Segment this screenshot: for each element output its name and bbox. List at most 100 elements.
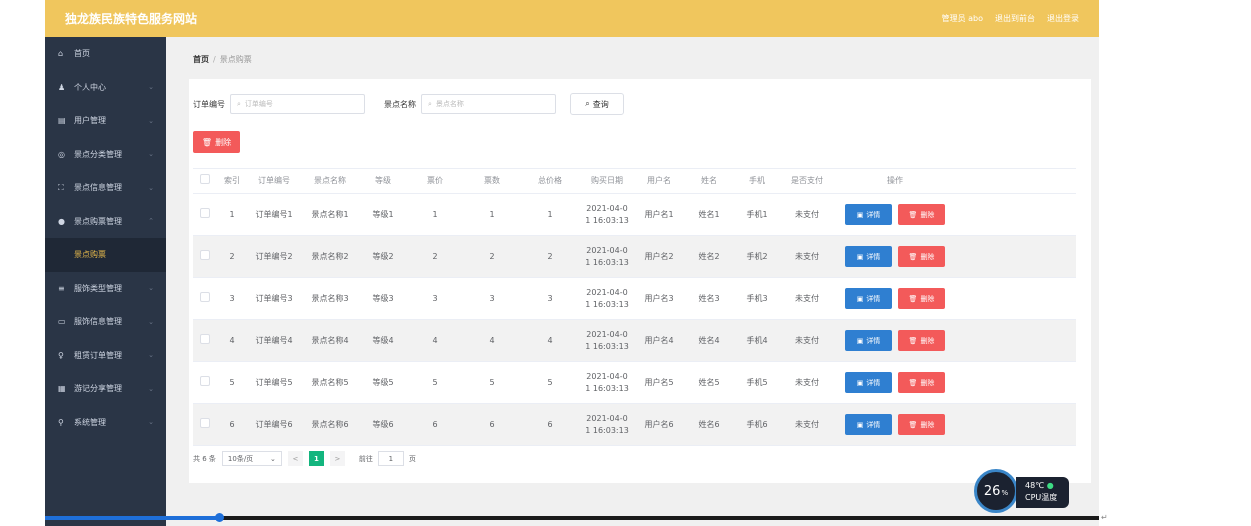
row-actions: ▣ 详情 🗑 删除: [835, 288, 955, 309]
detail-button[interactable]: ▣ 详情: [845, 204, 892, 225]
detail-button[interactable]: ▣ 详情: [845, 330, 892, 351]
table-row: 3 订单编号3 景点名称3 等级3 3 3 3 2021-04-0 1 16:03:13 用户名3…: [193, 278, 1076, 320]
cell-total: 3: [547, 293, 553, 303]
purchase-time-line: 1 16:03:13: [585, 425, 629, 435]
page-size-select[interactable]: 10条/页 ⌄: [221, 451, 282, 466]
breadcrumb-home[interactable]: 首页: [193, 55, 209, 64]
video-progress-handle[interactable]: [214, 513, 224, 522]
detail-button[interactable]: ▣ 详情: [845, 246, 892, 267]
table-row: 1 订单编号1 景点名称1 等级1 1 1 1 2021-04-0 1 16:03:13 用户名1…: [193, 194, 1076, 236]
delete-button[interactable]: 🗑 删除: [898, 330, 945, 351]
admin-app: 独龙族民族特色服务网站 管理员 abo 退出到前台 退出登录 ⌂ 首页 ♟ 个人中心 ⌄…: [45, 0, 1099, 526]
cell-level: 等级3: [372, 293, 394, 303]
detail-button[interactable]: ▣ 详情: [845, 288, 892, 309]
column-header: 购买日期: [591, 176, 623, 185]
menu-icon: ●: [58, 216, 65, 226]
cell-date: 2021-04-0 1 16:03:13: [579, 245, 635, 269]
purchase-time-line: 1 16:03:13: [585, 299, 629, 309]
row-checkbox[interactable]: [200, 375, 210, 386]
cell-idx: 1: [229, 209, 235, 219]
menu-icon: ⛶: [58, 182, 64, 192]
cell-order: 订单编号6: [255, 419, 293, 429]
sidebar-item-1[interactable]: ♟ 个人中心 ⌄: [45, 71, 166, 105]
cell-paid: 未支付: [795, 251, 819, 261]
sidebar-item-7[interactable]: ≡ 服饰类型管理 ⌄: [45, 272, 166, 306]
sidebar-item-3[interactable]: ◎ 景点分类管理 ⌄: [45, 138, 166, 172]
column-header: 景点名称: [314, 176, 346, 185]
cell-level: 等级4: [372, 335, 394, 345]
cell-total: 2: [547, 251, 553, 261]
cpu-usage-value: 26: [983, 483, 1001, 499]
sidebar-item-10[interactable]: ▦ 游记分享管理 ⌄: [45, 372, 166, 406]
cell-price: 3: [432, 293, 438, 303]
detail-label: 详情: [866, 252, 881, 261]
column-header: 票数: [484, 176, 500, 185]
sidebar-item-5[interactable]: ● 景点购票管理 ⌃: [45, 205, 166, 239]
query-button[interactable]: ⌕ 查询: [570, 93, 624, 115]
cell-name: 姓名2: [698, 251, 720, 261]
video-progress-bar[interactable]: [45, 513, 1099, 522]
exit-to-frontend-link[interactable]: 退出到前台: [995, 13, 1035, 24]
admin-user-link[interactable]: 管理员 abo: [942, 13, 983, 24]
sidebar-item-label: 景点分类管理: [74, 149, 122, 159]
cell-name: 姓名3: [698, 293, 720, 303]
next-page-button[interactable]: >: [329, 451, 345, 466]
row-checkbox-cell: [193, 417, 217, 432]
site-title: 独龙族民族特色服务网站: [65, 12, 198, 26]
prev-page-button[interactable]: <: [287, 451, 303, 466]
cell-name: 姓名1: [698, 209, 720, 219]
sidebar-item-8[interactable]: ▭ 服饰信息管理 ⌄: [45, 305, 166, 339]
menu-icon: ♟: [58, 82, 66, 92]
delete-button[interactable]: 🗑 删除: [898, 372, 945, 393]
sidebar-item-4[interactable]: ⛶ 景点信息管理 ⌄: [45, 171, 166, 205]
detail-label: 详情: [866, 378, 881, 387]
cell-date: 2021-04-0 1 16:03:13: [579, 413, 635, 437]
delete-button[interactable]: 🗑 删除: [898, 204, 945, 225]
cpu-monitor-widget: 26% 48℃ ● CPU温度: [974, 469, 1069, 514]
sidebar-item-11[interactable]: ⚲ 系统管理 ⌄: [45, 406, 166, 440]
batch-delete-button[interactable]: 🗑 删除: [193, 131, 240, 153]
detail-button[interactable]: ▣ 详情: [845, 372, 892, 393]
sidebar-item-label: 用户管理: [74, 116, 106, 126]
delete-button[interactable]: 🗑 删除: [898, 246, 945, 267]
cell-date: 2021-04-0 1 16:03:13: [579, 329, 635, 353]
page-size-value: 10条/页: [227, 454, 254, 463]
delete-button[interactable]: 🗑 删除: [898, 288, 945, 309]
row-checkbox[interactable]: [200, 417, 210, 428]
cell-order: 订单编号1: [255, 209, 293, 219]
row-actions: ▣ 详情 🗑 删除: [835, 246, 955, 267]
detail-button[interactable]: ▣ 详情: [845, 414, 892, 435]
column-header: 订单编号: [258, 176, 290, 185]
spot-name-input[interactable]: ⌕ 景点名称: [421, 94, 556, 114]
delete-button[interactable]: 🗑 删除: [898, 414, 945, 435]
row-checkbox[interactable]: [200, 333, 210, 344]
logout-link[interactable]: 退出登录: [1047, 13, 1079, 24]
row-checkbox[interactable]: [200, 207, 210, 218]
sidebar-item-0[interactable]: ⌂ 首页: [45, 37, 166, 71]
sidebar-item-9[interactable]: ♀ 租赁订单管理 ⌄: [45, 339, 166, 373]
order-number-input[interactable]: ⌕ 订单编号: [230, 94, 365, 114]
cell-date: 2021-04-0 1 16:03:13: [579, 203, 635, 227]
current-page-button[interactable]: 1: [308, 451, 324, 466]
sidebar-item-2[interactable]: ▤ 用户管理 ⌄: [45, 104, 166, 138]
cell-actions: ▣ 详情 🗑 删除: [835, 330, 955, 351]
detail-label: 详情: [866, 420, 881, 429]
sidebar-item-6[interactable]: 景点购票: [45, 238, 166, 272]
row-checkbox[interactable]: [200, 249, 210, 260]
column-header: 姓名: [701, 176, 717, 185]
chevron-icon: ⌄: [148, 317, 154, 326]
leaf-icon: ●: [1046, 481, 1054, 490]
goto-page-input[interactable]: 1: [377, 451, 404, 466]
cell-actions: ▣ 详情 🗑 删除: [835, 372, 955, 393]
detail-icon: ▣: [856, 336, 864, 345]
row-checkbox[interactable]: [200, 291, 210, 302]
select-all-checkbox[interactable]: [200, 174, 210, 184]
menu-icon: ▦: [58, 384, 66, 394]
filter-bar: 订单编号 ⌕ 订单编号 景点名称 ⌕ 景点名称 ⌕ 查询: [193, 93, 624, 115]
cell-price: 4: [432, 335, 438, 345]
cell-count: 2: [489, 251, 495, 261]
search-icon: ⌕: [237, 99, 241, 108]
cpu-usage-ring: 26%: [974, 469, 1018, 513]
purchase-date-line: 2021-04-0: [586, 287, 628, 297]
video-progress-fill: [45, 516, 219, 520]
